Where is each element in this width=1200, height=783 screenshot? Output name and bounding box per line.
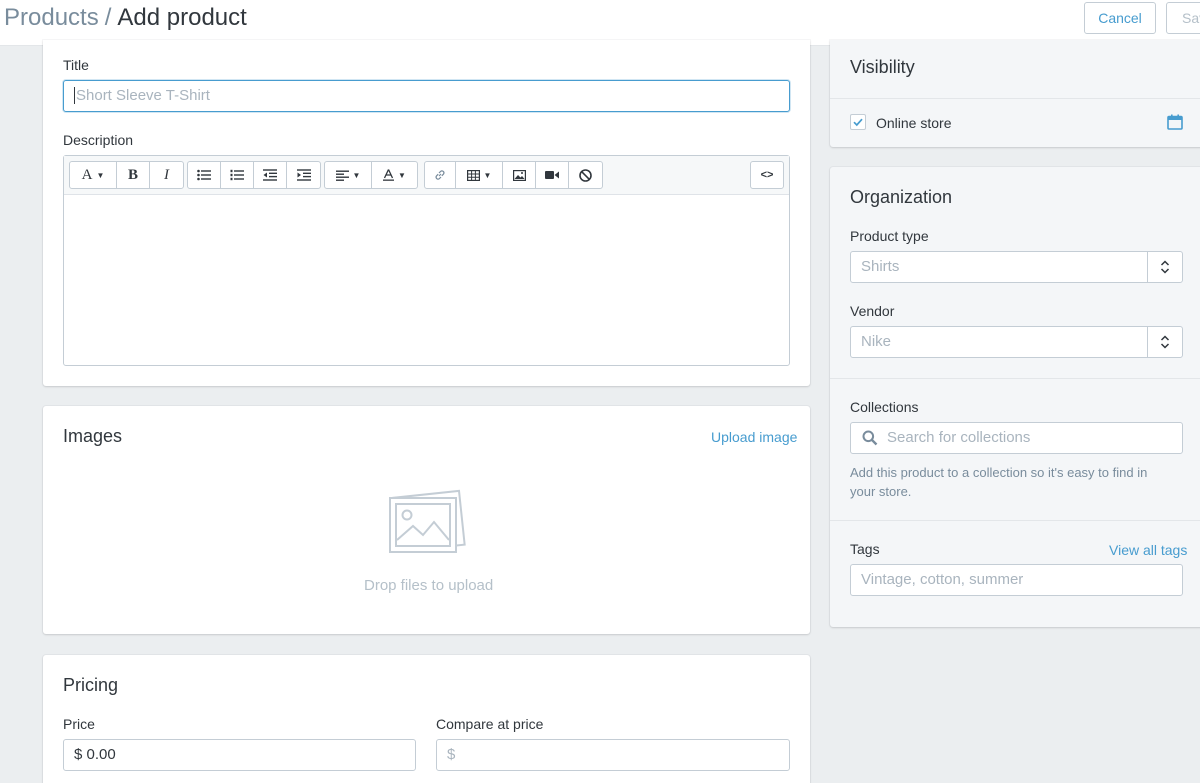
compare-price-input[interactable]: $ <box>436 739 790 771</box>
organization-divider-1 <box>830 378 1200 379</box>
link-button[interactable] <box>425 162 456 188</box>
text-color-icon <box>383 169 395 181</box>
vendor-value: Nike <box>861 333 892 350</box>
collections-search-input[interactable]: Search for collections <box>850 422 1183 454</box>
font-icon: A <box>81 166 93 183</box>
indent-button[interactable] <box>287 162 320 188</box>
video-icon <box>545 171 559 179</box>
description-label: Description <box>63 132 134 148</box>
description-editor: A ▼ B I ▼ ▼ ▼ <> <box>63 155 790 366</box>
align-button[interactable]: ▼ <box>325 162 372 188</box>
format-group: ▼ ▼ <box>324 161 418 189</box>
chevron-down-icon: ▼ <box>398 170 406 180</box>
html-group: <> <box>750 161 784 189</box>
online-store-label: Online store <box>876 115 952 131</box>
price-label: Price <box>63 716 95 732</box>
bold-icon: B <box>127 166 138 183</box>
visibility-title: Visibility <box>850 57 915 77</box>
online-store-checkbox[interactable] <box>850 114 866 130</box>
vendor-label: Vendor <box>850 303 895 319</box>
chevron-down-icon: ▼ <box>483 170 492 180</box>
calendar-icon[interactable] <box>1167 114 1183 130</box>
product-type-select[interactable]: Shirts <box>850 251 1183 283</box>
select-arrows-icon <box>1147 327 1182 357</box>
search-icon <box>862 430 878 446</box>
select-arrows-icon <box>1147 252 1182 282</box>
bullet-list-button[interactable] <box>188 162 221 188</box>
list-group <box>187 161 321 189</box>
numbered-list-button[interactable] <box>221 162 254 188</box>
checkmark-icon <box>853 118 863 127</box>
vendor-select[interactable]: Nike <box>850 326 1183 358</box>
description-text-area[interactable] <box>64 195 789 365</box>
pricing-title: Pricing <box>63 675 119 695</box>
table-icon <box>466 169 480 181</box>
numbered-list-icon <box>230 169 244 181</box>
collections-label: Collections <box>850 399 919 415</box>
title-placeholder: Short Sleeve T-Shirt <box>74 87 210 104</box>
table-button[interactable]: ▼ <box>456 162 503 188</box>
visibility-divider <box>830 98 1200 99</box>
outdent-button[interactable] <box>254 162 287 188</box>
breadcrumb: Products / Add product <box>4 3 247 33</box>
organization-title: Organization <box>850 187 953 207</box>
editor-toolbar: A ▼ B I ▼ ▼ ▼ <> <box>64 156 789 195</box>
chevron-down-icon: ▼ <box>352 170 361 180</box>
tags-label: Tags <box>850 541 880 557</box>
clear-format-icon <box>579 168 592 182</box>
chevron-down-icon: ▼ <box>96 170 105 180</box>
link-icon <box>435 170 445 180</box>
product-type-value: Shirts <box>861 258 900 275</box>
breadcrumb-products-link[interactable]: Products <box>4 4 99 31</box>
breadcrumb-separator: / <box>104 4 112 31</box>
font-style-button[interactable]: A ▼ <box>70 162 117 188</box>
outdent-icon <box>263 169 277 181</box>
upload-image-link[interactable]: Upload image <box>711 429 797 445</box>
bold-button[interactable]: B <box>117 162 150 188</box>
align-left-icon <box>335 170 349 181</box>
html-toggle-button[interactable]: <> <box>751 162 783 188</box>
collections-placeholder: Search for collections <box>887 429 1031 446</box>
text-style-group: A ▼ B I <box>69 161 184 189</box>
italic-button[interactable]: I <box>150 162 183 188</box>
italic-icon: I <box>164 166 169 183</box>
title-label: Title <box>63 57 89 73</box>
indent-icon <box>296 169 311 181</box>
view-all-tags-link[interactable]: View all tags <box>1109 542 1187 558</box>
organization-divider-2 <box>830 520 1200 521</box>
text-color-button[interactable]: ▼ <box>372 162 417 188</box>
image-placeholder-icon <box>386 488 468 558</box>
images-title: Images <box>63 426 123 446</box>
compare-price-label: Compare at price <box>436 716 544 732</box>
clear-format-button[interactable] <box>569 162 602 188</box>
insert-group: ▼ <box>424 161 603 189</box>
image-icon <box>512 169 526 181</box>
cancel-button[interactable]: Cancel <box>1084 2 1156 34</box>
price-input[interactable]: $ 0.00 <box>63 739 416 771</box>
drop-files-text: Drop files to upload <box>364 577 494 594</box>
code-icon: <> <box>760 169 774 181</box>
page-title: Add product <box>117 4 247 31</box>
save-button[interactable]: Save <box>1166 2 1200 34</box>
insert-video-button[interactable] <box>536 162 569 188</box>
tags-input[interactable]: Vintage, cotton, summer <box>850 564 1183 596</box>
product-type-label: Product type <box>850 228 929 244</box>
title-input[interactable]: Short Sleeve T-Shirt <box>63 80 790 112</box>
bullet-list-icon <box>197 169 211 181</box>
collections-help-text: Add this product to a collection so it's… <box>850 465 1148 499</box>
insert-image-button[interactable] <box>503 162 536 188</box>
